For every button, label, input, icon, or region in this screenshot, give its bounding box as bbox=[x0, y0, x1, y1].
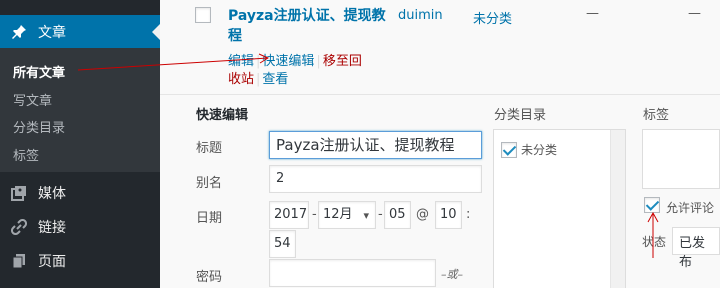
status-label: 状态 bbox=[642, 235, 667, 249]
row-select-checkbox[interactable] bbox=[195, 7, 211, 23]
quick-edit-link[interactable]: 快速编辑 bbox=[262, 54, 314, 69]
categories-checklist: 未分类 bbox=[493, 129, 626, 288]
slug-input[interactable]: 2 bbox=[269, 165, 482, 193]
row-actions: 编辑 | 快速编辑 | 移至回 bbox=[228, 50, 362, 69]
post-tags-empty: — bbox=[586, 6, 599, 21]
post-author-link[interactable]: duimin bbox=[398, 8, 443, 23]
or-separator: –或– bbox=[441, 268, 463, 281]
hour-input[interactable]: 10 bbox=[435, 201, 462, 229]
date-separator: - bbox=[312, 207, 317, 222]
date-label: 日期 bbox=[196, 211, 223, 226]
allow-comments-checkbox[interactable] bbox=[644, 197, 660, 213]
submenu-categories[interactable]: 分类目录 bbox=[13, 117, 65, 136]
row-actions-line2: 收站 | 查看 bbox=[228, 68, 288, 87]
title-input[interactable]: Payza注册认证、提现教程 bbox=[269, 131, 482, 159]
active-menu-arrow bbox=[152, 24, 160, 40]
pin-icon bbox=[10, 23, 28, 41]
action-separator: | bbox=[256, 72, 261, 87]
media-icon bbox=[10, 184, 28, 202]
link-icon bbox=[10, 218, 28, 236]
menu-media-label: 媒体 bbox=[38, 186, 66, 202]
trash-link[interactable]: 移至回 bbox=[323, 54, 362, 69]
view-link[interactable]: 查看 bbox=[262, 72, 288, 87]
password-input[interactable] bbox=[269, 259, 436, 287]
submenu-all-posts[interactable]: 所有文章 bbox=[13, 62, 65, 81]
edit-link[interactable]: 编辑 bbox=[228, 54, 254, 69]
date-separator: - bbox=[378, 207, 383, 222]
at-symbol: @ bbox=[416, 207, 429, 222]
trash-link-cont[interactable]: 收站 bbox=[228, 72, 254, 87]
post-comments-empty: — bbox=[688, 6, 701, 21]
submenu-tags[interactable]: 标签 bbox=[13, 145, 39, 164]
day-input[interactable]: 05 bbox=[384, 201, 411, 229]
status-select[interactable]: 已发布 bbox=[672, 227, 720, 270]
tags-textarea[interactable] bbox=[642, 129, 720, 189]
month-value: 12月 bbox=[323, 207, 353, 222]
month-select[interactable]: 12月 bbox=[318, 201, 376, 229]
password-label: 密码 bbox=[196, 270, 223, 285]
admin-sidebar: 文章 所有文章 写文章 分类目录 标签 媒体 链接 页面 bbox=[0, 0, 160, 288]
category-checkbox[interactable] bbox=[501, 142, 517, 158]
action-separator: | bbox=[256, 54, 261, 69]
menu-links[interactable]: 链接 bbox=[0, 210, 160, 244]
menu-media[interactable]: 媒体 bbox=[0, 176, 160, 210]
tags-legend: 标签 bbox=[643, 108, 670, 123]
menu-pages-label: 页面 bbox=[38, 254, 66, 270]
menu-links-label: 链接 bbox=[38, 220, 66, 236]
categories-scrollbar[interactable] bbox=[610, 130, 625, 288]
post-category-link[interactable]: 未分类 bbox=[473, 8, 512, 27]
time-colon: : bbox=[466, 207, 471, 222]
quick-edit-panel: 快速编辑 标题 Payza注册认证、提现教程 别名 2 日期 2017 - 12… bbox=[160, 94, 720, 288]
quick-edit-legend: 快速编辑 bbox=[196, 108, 249, 123]
slug-label: 别名 bbox=[196, 176, 223, 191]
action-separator: | bbox=[316, 54, 321, 69]
allow-comments-label: 允许评论 bbox=[666, 201, 715, 215]
year-input[interactable]: 2017 bbox=[269, 201, 309, 229]
categories-legend: 分类目录 bbox=[494, 108, 547, 123]
page-icon bbox=[10, 252, 28, 270]
title-label: 标题 bbox=[196, 141, 223, 156]
posts-submenu: 所有文章 写文章 分类目录 标签 bbox=[0, 48, 160, 172]
submenu-new-post[interactable]: 写文章 bbox=[13, 90, 52, 109]
menu-posts[interactable]: 文章 bbox=[0, 15, 160, 49]
category-label: 未分类 bbox=[521, 143, 558, 157]
menu-posts-label: 文章 bbox=[38, 25, 66, 41]
minute-input[interactable]: 54 bbox=[269, 230, 296, 258]
post-title-link[interactable]: Payza注册认证、提现教程 bbox=[228, 6, 398, 46]
menu-pages[interactable]: 页面 bbox=[0, 244, 160, 278]
